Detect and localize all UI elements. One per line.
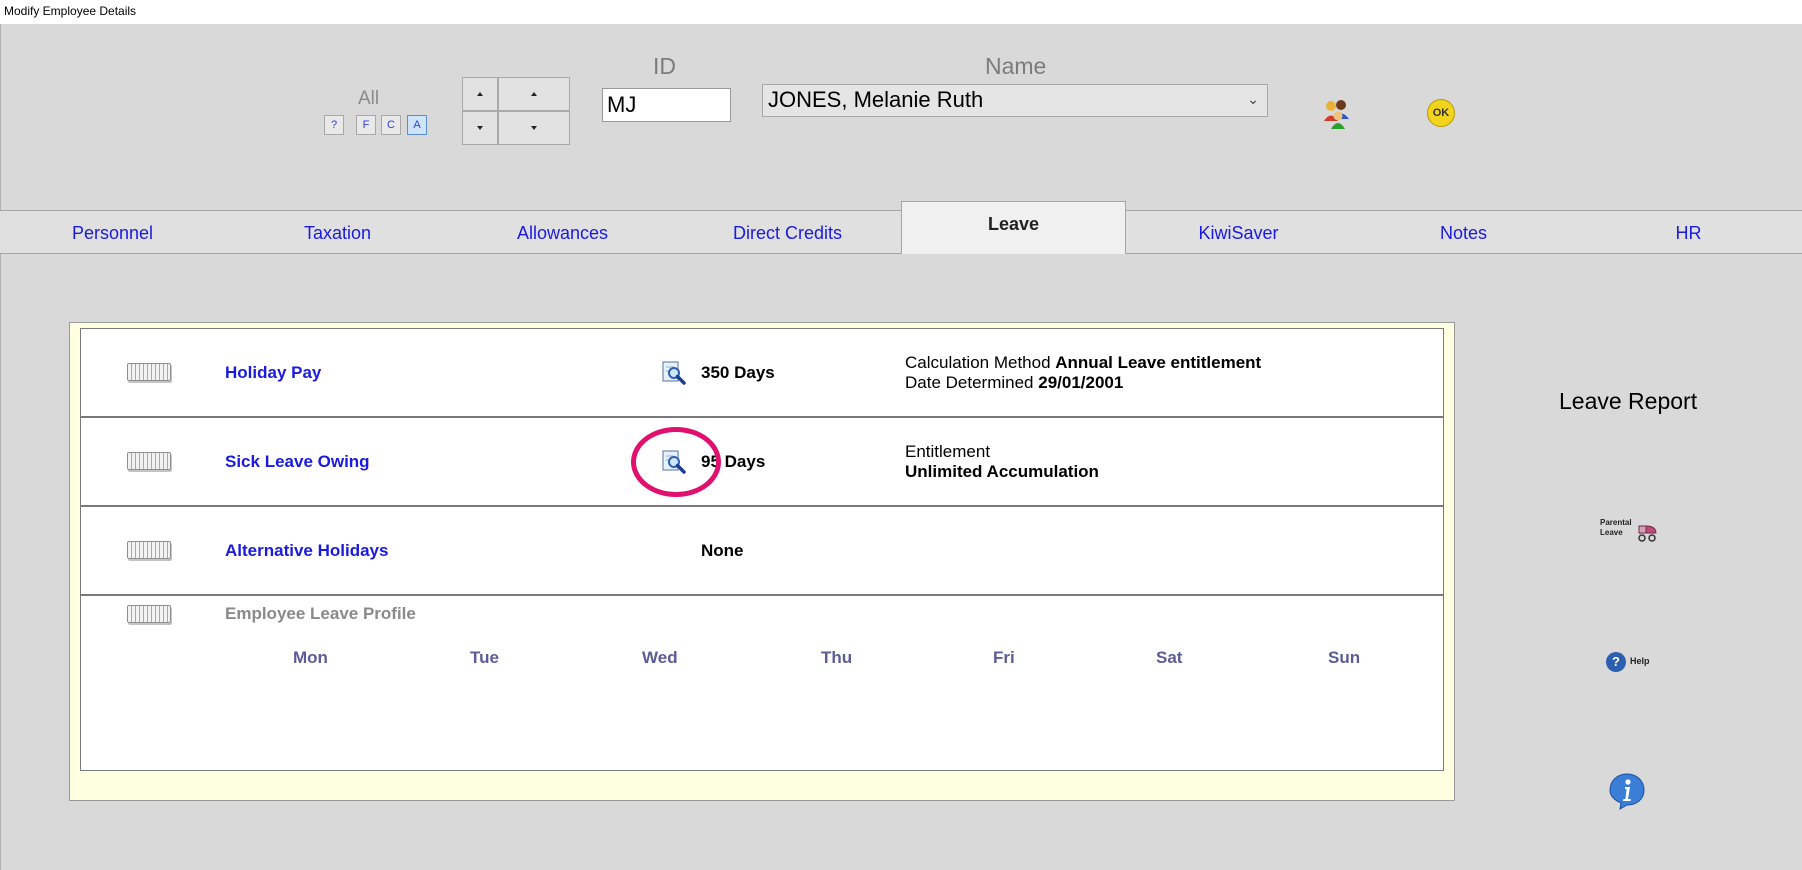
tab-personnel[interactable]: Personnel bbox=[0, 211, 225, 253]
date-determined-label: Date Determined bbox=[905, 373, 1034, 392]
date-determined-value: 29/01/2001 bbox=[1038, 373, 1124, 392]
filter-label: All bbox=[358, 88, 380, 109]
day-label-wed: Wed bbox=[642, 648, 678, 667]
id-input[interactable] bbox=[602, 88, 731, 122]
filter-c-button[interactable]: C bbox=[381, 115, 401, 135]
window-frame-left bbox=[0, 24, 1, 870]
holiday-pay-link[interactable]: Holiday Pay bbox=[225, 363, 321, 383]
day-label-thu: Thu bbox=[821, 648, 853, 667]
day-label-tue: Tue bbox=[470, 648, 499, 667]
chevron-down-icon: ⌄ bbox=[1247, 91, 1259, 107]
help-button[interactable]: ? Help bbox=[1606, 652, 1664, 674]
help-icon: ? bbox=[1606, 652, 1626, 672]
tab-taxation[interactable]: Taxation bbox=[225, 211, 450, 253]
day-label-sun: Sun bbox=[1328, 648, 1361, 667]
window-title: Modify Employee Details bbox=[0, 0, 1802, 24]
filter-f-button[interactable]: F bbox=[356, 115, 376, 135]
row-divider bbox=[80, 416, 1444, 418]
tab-leave[interactable]: Leave bbox=[901, 201, 1126, 254]
ok-button[interactable]: OK bbox=[1427, 99, 1455, 127]
next-page-button[interactable] bbox=[498, 111, 570, 145]
calculation-method-value: Annual Leave entitlement bbox=[1055, 353, 1262, 372]
tab-hr[interactable]: HR bbox=[1576, 211, 1801, 253]
day-label-sat: Sat bbox=[1156, 648, 1183, 667]
alternative-holidays-link[interactable]: Alternative Holidays bbox=[225, 541, 388, 561]
people-icon[interactable] bbox=[1322, 97, 1352, 129]
page-up-arrow-icon bbox=[531, 92, 537, 96]
day-label-fri: Fri bbox=[993, 648, 1015, 667]
employee-leave-profile-label: Employee Leave Profile bbox=[225, 604, 416, 623]
entitlement-value: Unlimited Accumulation bbox=[905, 462, 1099, 481]
page-down-arrow-icon bbox=[531, 126, 537, 130]
alternative-holidays-value: None bbox=[701, 541, 744, 560]
info-icon[interactable] bbox=[1608, 772, 1646, 810]
leave-report-link[interactable]: Leave Report bbox=[1559, 388, 1697, 415]
down-arrow-icon bbox=[477, 126, 483, 130]
keyboard-icon[interactable] bbox=[127, 605, 171, 623]
tab-direct-credits[interactable]: Direct Credits bbox=[675, 211, 900, 253]
parental-leave-label: Parental Leave bbox=[1600, 518, 1632, 537]
keyboard-icon[interactable] bbox=[127, 363, 171, 381]
name-select-value: JONES, Melanie Ruth bbox=[768, 87, 984, 112]
prev-page-button[interactable] bbox=[498, 77, 570, 111]
calculation-method-label: Calculation Method bbox=[905, 353, 1051, 372]
tab-notes[interactable]: Notes bbox=[1351, 211, 1576, 253]
next-record-button[interactable] bbox=[462, 111, 498, 145]
prev-record-button[interactable] bbox=[462, 77, 498, 111]
tab-kiwisaver[interactable]: KiwiSaver bbox=[1126, 211, 1351, 253]
day-label-mon: Mon bbox=[293, 648, 328, 667]
sick-leave-owing-link[interactable]: Sick Leave Owing bbox=[225, 452, 370, 472]
id-label: ID bbox=[653, 53, 676, 79]
date-determined: Date Determined 29/01/2001 bbox=[905, 373, 1123, 393]
highlight-circle bbox=[631, 427, 721, 497]
name-label: Name bbox=[985, 53, 1047, 79]
row-divider bbox=[80, 505, 1444, 507]
calculation-method: Calculation Method Annual Leave entitlem… bbox=[905, 353, 1261, 373]
name-select[interactable]: JONES, Melanie Ruth ⌄ bbox=[762, 84, 1268, 117]
entitlement-label: Entitlement bbox=[905, 442, 991, 461]
keyboard-icon[interactable] bbox=[127, 452, 171, 470]
up-arrow-icon bbox=[477, 92, 483, 96]
parental-leave-button[interactable]: Parental Leave bbox=[1600, 518, 1658, 546]
holiday-pay-value: 350 Days bbox=[701, 363, 775, 382]
keyboard-icon[interactable] bbox=[127, 541, 171, 559]
help-label: Help bbox=[1630, 656, 1650, 666]
row-divider bbox=[80, 594, 1444, 596]
filter-query-button[interactable]: ? bbox=[324, 115, 344, 135]
filter-a-button[interactable]: A bbox=[407, 115, 427, 135]
tab-allowances[interactable]: Allowances bbox=[450, 211, 675, 253]
pram-icon bbox=[1638, 525, 1657, 542]
magnifier-icon[interactable] bbox=[661, 360, 687, 386]
